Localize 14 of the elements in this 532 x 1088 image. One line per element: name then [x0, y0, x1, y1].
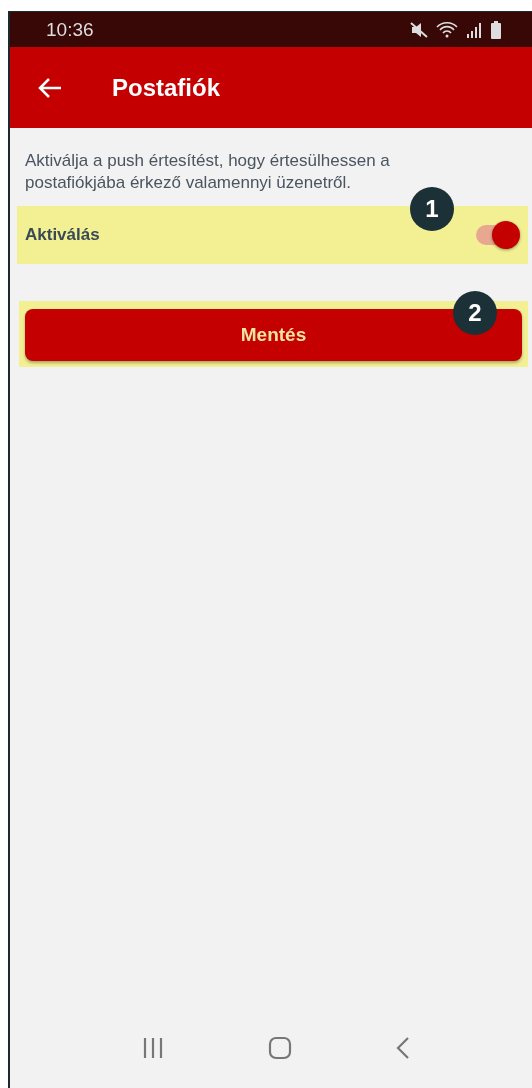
marker-badge: 1: [410, 187, 454, 231]
status-time: 10:36: [46, 18, 94, 41]
mute-icon: [410, 21, 428, 38]
page-title: Postafiók: [112, 73, 221, 102]
recent-apps-icon[interactable]: [142, 1037, 164, 1059]
battery-icon: [490, 20, 502, 39]
signal-icon: [466, 21, 482, 38]
home-icon[interactable]: [268, 1036, 292, 1060]
wifi-icon: [436, 21, 458, 38]
marker-badge: 2: [453, 291, 497, 335]
description-text: Aktiválja a push értesítést, hogy értesülhessen a postafiókjába érkező valamennyi üzenetről.: [25, 150, 391, 194]
back-icon[interactable]: [396, 1036, 410, 1060]
back-arrow-icon[interactable]: [38, 76, 62, 99]
toggle-label: Aktiválás: [25, 225, 100, 245]
